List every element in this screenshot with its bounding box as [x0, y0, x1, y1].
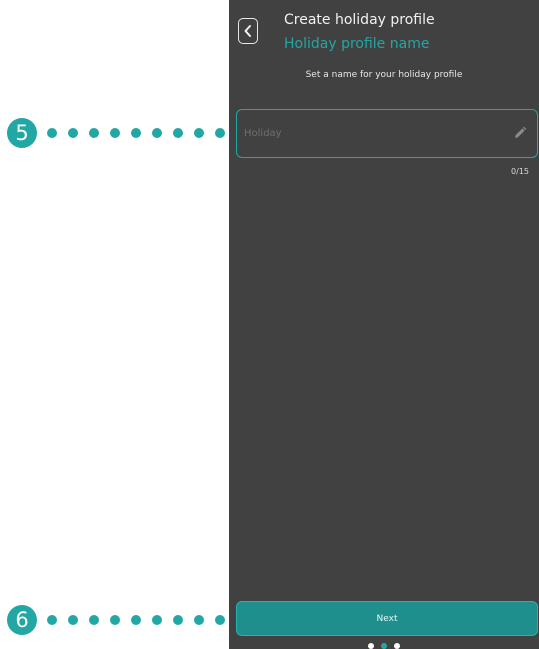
- leader-dot: [47, 128, 57, 138]
- app-screen: Create holiday profile Holiday profile n…: [229, 0, 539, 649]
- leader-dot: [152, 615, 162, 625]
- leader-dot: [215, 615, 225, 625]
- leader-dot: [89, 128, 99, 138]
- leader-dot: [173, 128, 183, 138]
- leader-dot: [89, 615, 99, 625]
- leader-dot: [68, 128, 78, 138]
- callout-5: 5: [7, 118, 246, 148]
- callout-number-badge: 6: [7, 605, 37, 635]
- callout-6: 6: [7, 605, 246, 635]
- leader-dot: [68, 615, 78, 625]
- chevron-left-icon: [244, 25, 251, 37]
- profile-name-input[interactable]: [244, 122, 494, 144]
- leader-dot: [131, 128, 141, 138]
- character-counter: 0/15: [511, 167, 529, 176]
- page-dot-active: [381, 643, 387, 649]
- leader-dot: [215, 128, 225, 138]
- next-button[interactable]: Next: [236, 601, 538, 636]
- leader-dot: [110, 128, 120, 138]
- callout-number-badge: 5: [7, 118, 37, 148]
- page-title: Create holiday profile: [284, 12, 435, 28]
- page-subtitle: Holiday profile name: [284, 36, 430, 52]
- leader-dot: [152, 128, 162, 138]
- leader-dot: [173, 615, 183, 625]
- name-field[interactable]: [236, 109, 538, 158]
- page-dot: [394, 643, 400, 649]
- leader-dot: [47, 615, 57, 625]
- leader-dot: [110, 615, 120, 625]
- page-dot: [368, 643, 374, 649]
- callout-dotted-leader: [47, 615, 246, 625]
- leader-dot: [131, 615, 141, 625]
- back-button[interactable]: [238, 18, 258, 44]
- instruction-text: Set a name for your holiday profile: [305, 70, 463, 80]
- callout-dotted-leader: [47, 128, 246, 138]
- leader-dot: [194, 128, 204, 138]
- stage: 5 6 Create holiday profile Holiday profi…: [0, 0, 539, 649]
- leader-dot: [194, 615, 204, 625]
- pencil-icon[interactable]: [513, 126, 527, 140]
- page-indicator: [229, 643, 539, 649]
